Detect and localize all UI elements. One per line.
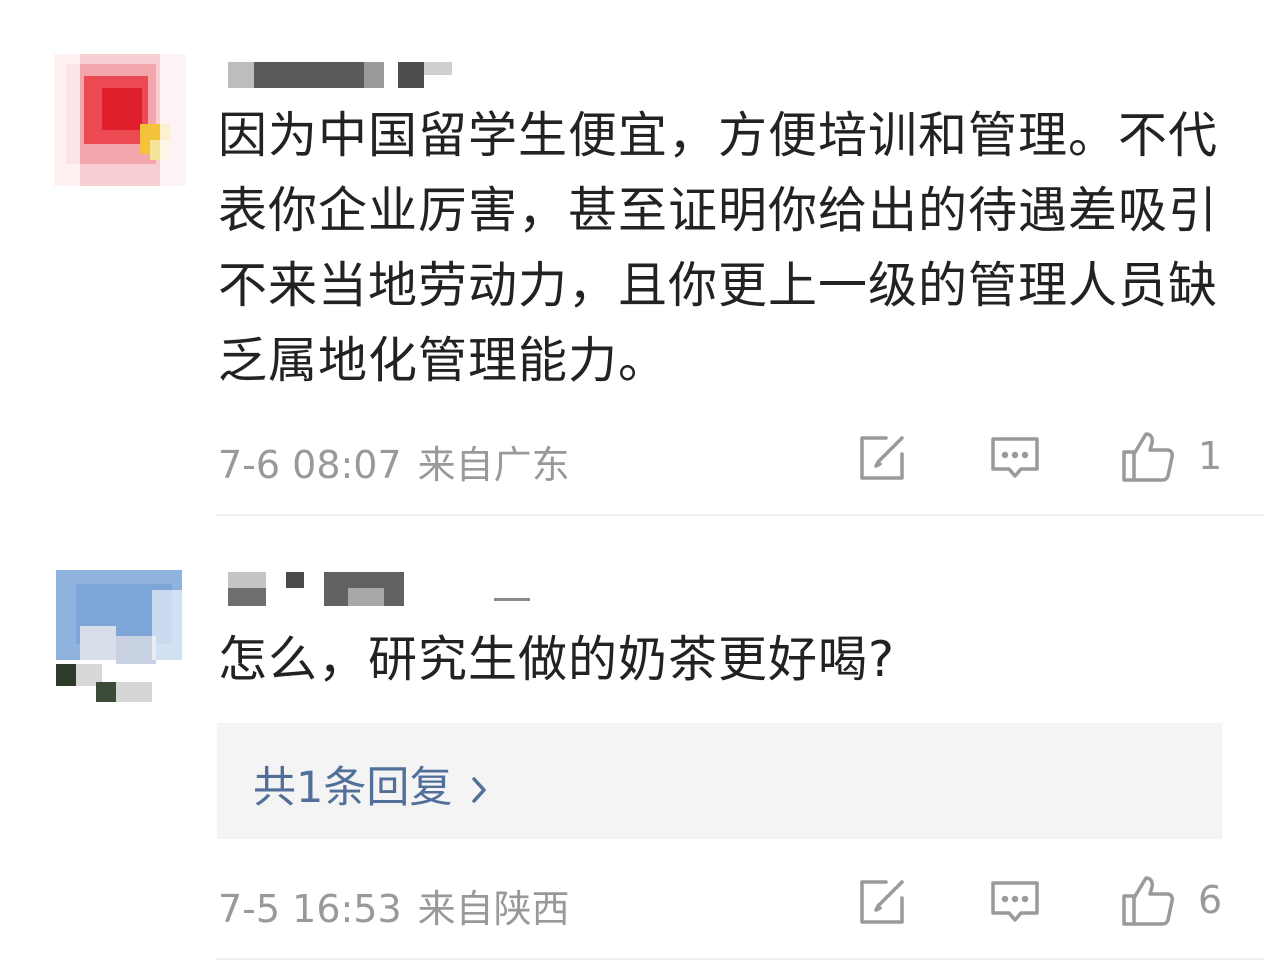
like-count: 1 [1198,434,1223,478]
comment-divider [216,514,1264,516]
chevron-right-icon [470,766,488,816]
edit-share-icon[interactable] [856,430,910,484]
edit-share-icon[interactable] [856,874,910,928]
comment-bubble-icon[interactable] [988,430,1042,484]
reply-count-label: 共1条回复 [253,763,453,813]
username-redacted[interactable] [228,62,458,88]
comment-item-2: 怎么，研究生做的奶茶更好喝? 共1条回复 7-5 16:53 来自陕西 6 [0,520,1264,962]
like-count: 6 [1198,878,1223,922]
reply-preview-box[interactable]: 共1条回复 [217,723,1222,839]
comment-location: 来自陕西 [417,887,570,931]
comment-text: 因为中国留学生便宜，方便培训和管理。不代表你企业厉害，甚至证明你给出的待遇差吸引… [218,107,1219,389]
avatar[interactable] [54,54,186,186]
avatar[interactable] [56,570,182,702]
view-replies-link[interactable]: 共1条回复 [253,753,488,816]
comment-location: 来自广东 [417,443,570,487]
comment-meta: 7-5 16:53 来自陕西 [218,878,570,933]
comment-meta: 7-6 08:07 来自广东 [218,434,570,489]
comment-time: 7-5 16:53 [218,887,402,931]
thumbs-up-icon[interactable] [1120,872,1174,926]
comment-divider [216,958,1264,960]
thumbs-up-icon[interactable] [1120,428,1174,482]
comment-item-1: 因为中国留学生便宜，方便培训和管理。不代表你企业厉害，甚至证明你给出的待遇差吸引… [0,0,1264,520]
comment-time: 7-6 08:07 [218,443,402,487]
comment-bubble-icon[interactable] [988,874,1042,928]
comment-text: 怎么，研究生做的奶茶更好喝? [218,631,896,688]
username-redacted[interactable] [228,572,538,606]
